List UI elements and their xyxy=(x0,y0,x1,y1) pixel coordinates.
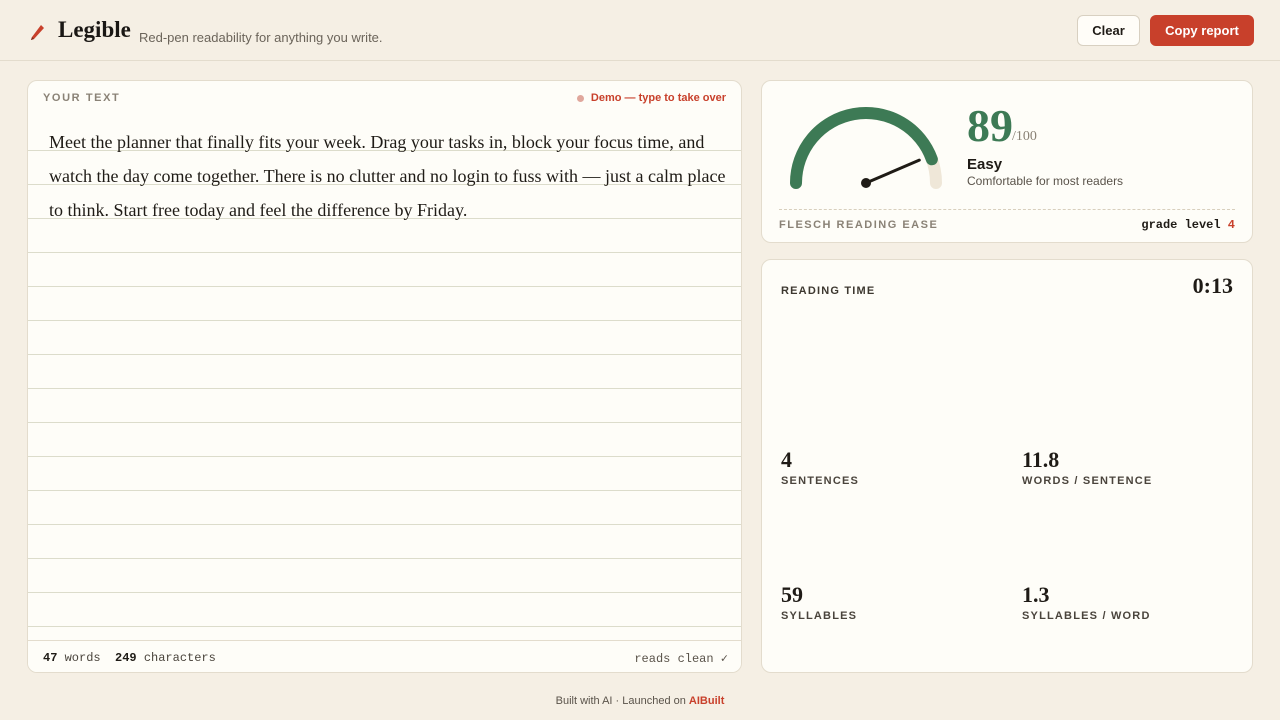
gauge-fill xyxy=(790,107,938,189)
metric-label: FLESCH READING EASE xyxy=(779,219,939,231)
word-count-unit: words xyxy=(64,651,101,665)
reading-time-value: 0:13 xyxy=(1192,273,1233,298)
stat-words-per-sentence: 11.8 WORDS / SENTENCE xyxy=(1022,447,1153,488)
site-footer: Built with AI · Launched on AIBuilt xyxy=(0,695,1280,707)
character-count-value: 249 xyxy=(115,651,137,665)
editor-footer: 47 words 249 characters reads clean ✓ xyxy=(28,640,741,672)
stat-label: SYLLABLES / WORD xyxy=(1022,610,1151,622)
stat-sentences: 4 SENTENCES xyxy=(781,447,860,488)
tagline: Red-pen readability for anything you wri… xyxy=(139,30,383,45)
app-header: Legible Red-pen readability for anything… xyxy=(0,0,1280,61)
score-value: 89 xyxy=(967,100,1013,151)
stat-value: 11.8 xyxy=(1022,447,1060,472)
dot-icon xyxy=(576,94,584,102)
stat-value: 4 xyxy=(781,447,792,472)
score-level: Easy xyxy=(967,156,1003,173)
word-count: 47 words xyxy=(43,651,101,665)
copy-report-button[interactable]: Copy report xyxy=(1150,15,1254,46)
demo-badge-text: Demo — type to take over xyxy=(590,92,726,104)
grade-level-label: grade level xyxy=(1141,218,1221,232)
footer-text: Built with AI · Launched on xyxy=(555,695,689,707)
gauge-pivot xyxy=(861,178,871,188)
gauge-track xyxy=(790,107,942,189)
stat-label: SENTENCES xyxy=(781,475,860,487)
grade-level-value: 4 xyxy=(1227,218,1235,232)
word-count-value: 47 xyxy=(43,651,58,665)
text-editor[interactable]: Meet the planner that finally fits your … xyxy=(49,125,729,227)
aibuilt-link[interactable]: AIBuilt xyxy=(689,695,724,707)
stat-label: SYLLABLES xyxy=(781,610,858,622)
editor-label: YOUR TEXT xyxy=(43,92,121,104)
reads-status: reads clean ✓ xyxy=(634,652,728,666)
stat-value: 1.3 xyxy=(1022,582,1050,607)
grade-level: grade level 4 xyxy=(1141,218,1235,232)
editor-card: YOUR TEXT Demo — type to take over Meet … xyxy=(27,80,742,673)
score-card: 89 /100 Easy Comfortable for most reader… xyxy=(761,80,1253,243)
stats-card: READING TIME 0:13 4 SENTENCES 11.8 WORDS… xyxy=(761,259,1253,673)
stat-label: WORDS / SENTENCE xyxy=(1022,475,1153,487)
score-description: Comfortable for most readers xyxy=(967,174,1124,188)
divider xyxy=(779,209,1235,210)
character-count: 249 characters xyxy=(115,651,216,665)
brand-name: Legible xyxy=(58,17,131,42)
stat-syllables: 59 SYLLABLES xyxy=(781,582,858,623)
demo-badge: Demo — type to take over xyxy=(576,92,726,104)
clear-button[interactable]: Clear xyxy=(1077,15,1140,46)
score-max: /100 xyxy=(1012,129,1037,144)
stat-value: 59 xyxy=(781,582,803,607)
gauge-needle xyxy=(864,158,921,185)
readability-gauge xyxy=(790,107,942,189)
reading-time-label: READING TIME xyxy=(781,285,876,297)
red-pen-icon xyxy=(31,25,44,40)
character-count-unit: characters xyxy=(143,651,216,665)
stat-syllables-per-word: 1.3 SYLLABLES / WORD xyxy=(1022,582,1151,623)
